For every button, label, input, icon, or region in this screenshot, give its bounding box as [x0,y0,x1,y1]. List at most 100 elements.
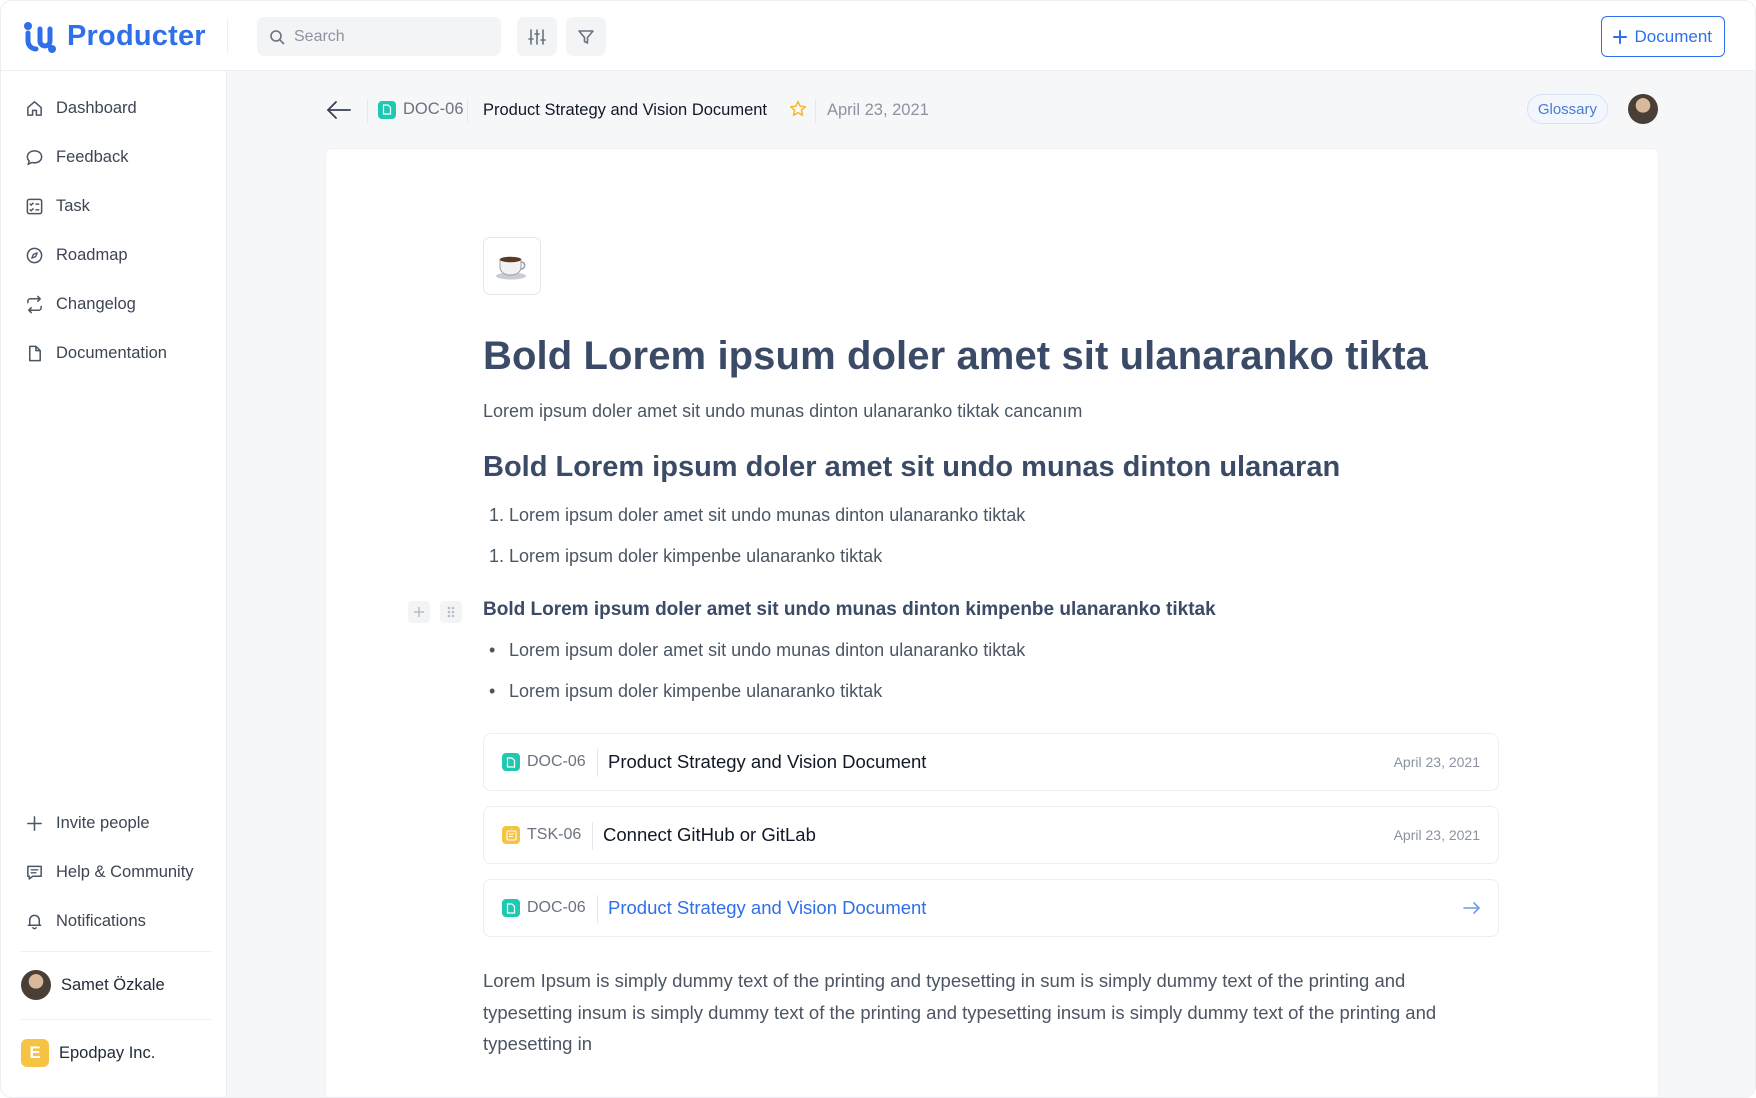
arrow-right-icon[interactable] [1462,899,1482,917]
search-box[interactable] [257,17,501,56]
list-item-text: Lorem ipsum doler kimpenbe ulanaranko ti… [509,681,883,701]
help-community-button[interactable]: Help & Community [25,863,194,882]
list-item[interactable]: • Lorem ipsum doler amet sit undo munas … [489,640,1025,661]
file-icon [502,899,520,917]
sidebar-item-label: Changelog [56,295,136,313]
reference-card[interactable]: DOC-06 Product Strategy and Vision Docum… [483,733,1499,791]
list-marker: • [489,681,496,701]
file-icon [502,753,520,771]
document-subtitle[interactable]: Lorem ipsum doler amet sit undo munas di… [483,401,1082,422]
sidebar-item-documentation[interactable]: Documentation [25,344,167,363]
reference-code-text: TSK-06 [527,826,582,843]
bell-icon [27,914,42,930]
message-icon [27,865,42,880]
sidebar-item-label: Feedback [56,148,129,166]
divider [227,19,228,53]
divider [592,822,593,850]
list-item[interactable]: 1. Lorem ipsum doler amet sit undo munas… [489,505,1025,526]
sidebar-item-roadmap[interactable]: Roadmap [25,246,128,265]
organization-switcher[interactable]: E Epodpay Inc. [21,1039,155,1067]
reference-title: Connect GitHub or GitLab [603,824,816,845]
chat-bubble-icon [26,150,43,166]
new-document-button[interactable]: Document [1600,16,1725,57]
reference-code: TSK-06 [502,826,581,844]
producter-logo-icon [24,22,56,53]
plus-icon [1612,29,1627,44]
document-title: Product Strategy and Vision Document [483,101,768,119]
drag-handle[interactable] [440,601,462,623]
reference-date: April 23, 2021 [1393,827,1480,843]
section-heading[interactable]: Bold Lorem ipsum doler amet sit undo mun… [483,451,1340,484]
checklist-icon [26,198,43,215]
task-icon [502,826,520,844]
reference-card[interactable]: TSK-06 Connect GitHub or GitLab April 23… [483,806,1499,864]
file-icon [28,345,41,362]
divider [367,99,368,123]
list-marker: 1. [489,546,505,566]
search-input[interactable] [294,27,484,46]
sliders-icon [528,28,546,45]
list-item-text: Lorem ipsum doler amet sit undo munas di… [509,640,1026,660]
list-item[interactable]: 1. Lorem ipsum doler kimpenbe ulanaranko… [489,546,882,567]
avatar[interactable] [1628,94,1658,124]
glossary-tag[interactable]: Glossary [1526,94,1608,124]
filter-icon [578,29,594,44]
divider [815,99,816,123]
notifications-button[interactable]: Notifications [25,912,146,931]
reference-code: DOC-06 [502,899,586,917]
coffee-cup-icon [496,256,526,280]
sidebar-item-label: Help & Community [56,863,194,881]
list-item-text: Lorem ipsum doler kimpenbe ulanaranko ti… [509,546,883,566]
document-code-text: DOC-06 [403,100,464,118]
avatar [21,970,51,1000]
invite-people-button[interactable]: Invite people [25,814,150,833]
user-name: Samet Özkale [61,975,165,994]
back-arrow-icon[interactable] [326,99,352,121]
reference-code-text: DOC-06 [527,753,586,770]
block-toolbar [408,601,462,623]
list-marker: 1. [489,505,505,525]
reference-title: Product Strategy and Vision Document [608,751,927,772]
document-date: April 23, 2021 [827,101,929,119]
sliders-button[interactable] [517,17,557,56]
document-code: DOC-06 [378,100,464,119]
plus-icon [414,607,424,617]
org-name: Epodpay Inc. [59,1043,156,1062]
sidebar-item-label: Task [56,197,90,215]
reference-link-card[interactable]: DOC-06 Product Strategy and Vision Docum… [483,879,1499,937]
reference-code: DOC-06 [502,753,586,771]
add-block-button[interactable] [408,601,430,623]
reference-link-title[interactable]: Product Strategy and Vision Document [608,897,926,919]
sidebar-item-feedback[interactable]: Feedback [25,148,128,167]
divider [467,99,468,123]
reference-code-text: DOC-06 [527,899,586,916]
body-paragraph[interactable]: Lorem Ipsum is simply dummy text of the … [483,965,1493,1060]
list-item[interactable]: • Lorem ipsum doler kimpenbe ulanaranko … [489,681,882,702]
divider [597,895,598,923]
document-header: DOC-06 Product Strategy and Vision Docum… [326,93,1658,129]
document-heading[interactable]: Bold Lorem ipsum doler amet sit ulanaran… [483,334,1428,379]
sidebar-item-task[interactable]: Task [25,197,90,216]
drag-handle-icon [447,606,455,618]
sidebar-item-dashboard[interactable]: Dashboard [25,99,137,118]
filter-button[interactable] [566,17,606,56]
document-emoji[interactable] [483,237,541,295]
logo[interactable]: Producter [23,19,206,53]
sidebar-item-label: Invite people [56,814,150,832]
list-marker: • [489,640,496,660]
star-icon[interactable] [788,99,808,119]
top-bar: Producter Search Document [1,1,1755,71]
subsection-heading[interactable]: Bold Lorem ipsum doler amet sit undo mun… [483,599,1216,621]
sidebar: Dashboard Feedback Task Roadmap Changelo… [1,71,227,1097]
sidebar-item-label: Documentation [56,344,167,362]
list-item-text: Lorem ipsum doler amet sit undo munas di… [509,505,1026,525]
sidebar-item-changelog[interactable]: Changelog [25,295,136,314]
user-profile[interactable]: Samet Özkale [21,970,165,1000]
reference-date: April 23, 2021 [1393,754,1480,770]
plus-icon [27,816,42,831]
org-badge: E [21,1039,49,1067]
app-name: Producter [67,19,206,52]
divider [21,951,211,952]
home-icon [27,101,42,116]
divider [597,749,598,777]
